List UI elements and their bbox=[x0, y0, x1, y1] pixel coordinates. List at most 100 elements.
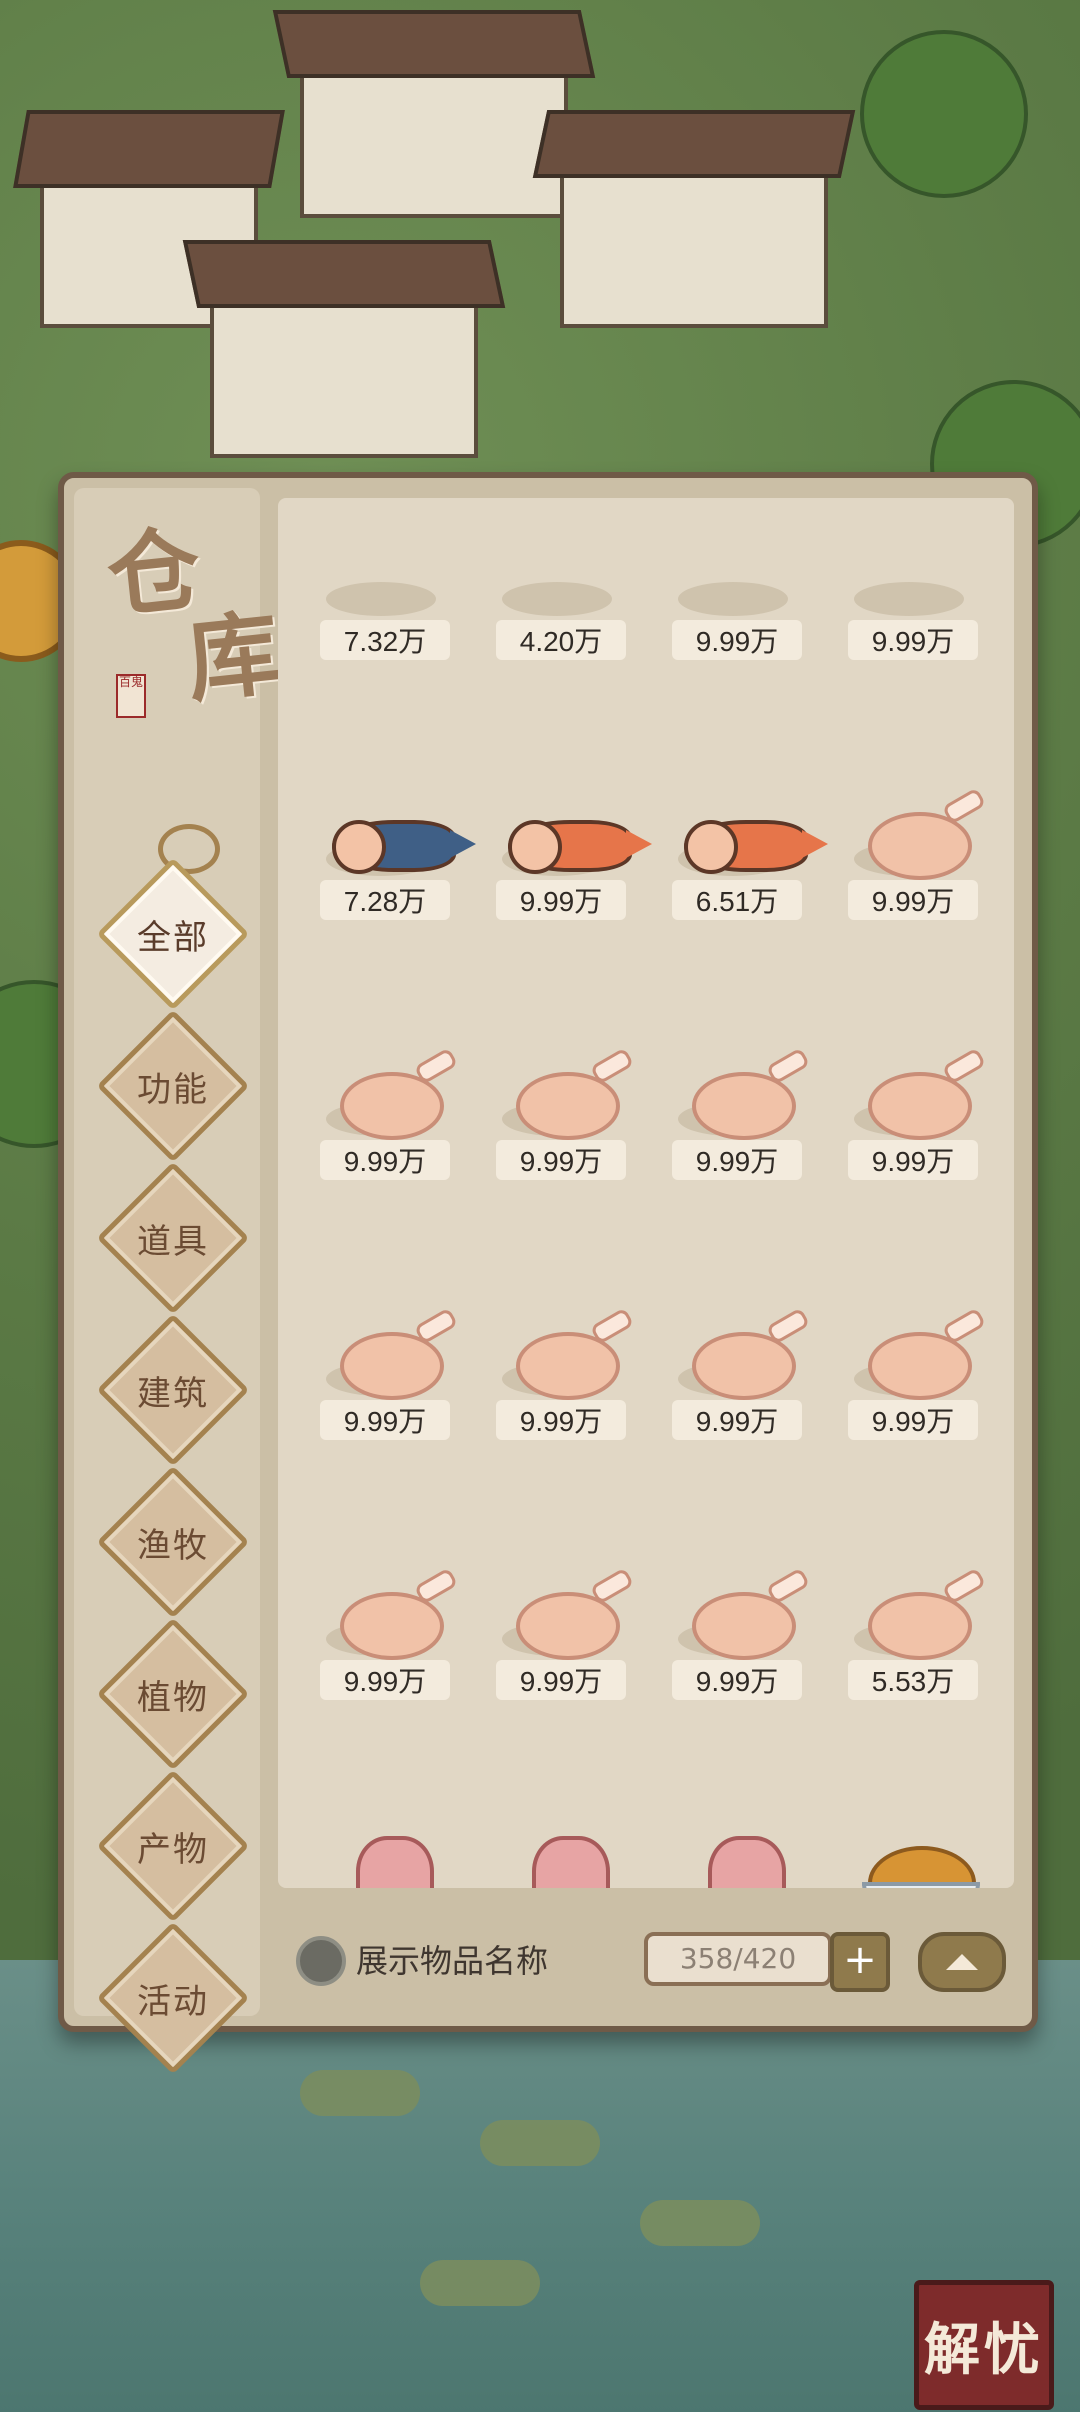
roast-chicken-icon bbox=[858, 1836, 980, 1888]
fish-icon bbox=[330, 796, 476, 874]
chicken-icon bbox=[506, 1567, 635, 1660]
item-slot[interactable]: 6.51万 bbox=[638, 718, 828, 978]
item-count: 7.32万 bbox=[320, 620, 450, 660]
item-count: 9.99万 bbox=[320, 1660, 450, 1700]
chicken-icon bbox=[330, 1047, 459, 1140]
meat-icon bbox=[330, 1836, 448, 1888]
item-slot[interactable]: 9.99万 bbox=[638, 498, 814, 718]
fish-icon bbox=[506, 796, 652, 874]
fish-cut-face bbox=[508, 820, 562, 874]
item-slot[interactable]: 9.99万 bbox=[638, 1498, 814, 1758]
seal-text: 百鬼 bbox=[118, 675, 143, 689]
item-slot[interactable]: 9.99万 bbox=[462, 1238, 638, 1498]
reeds bbox=[640, 2200, 760, 2246]
item-slot[interactable]: 9.99万 bbox=[462, 1498, 638, 1758]
reeds bbox=[300, 2070, 420, 2116]
house-roof bbox=[532, 110, 856, 178]
item-count: 9.99万 bbox=[496, 1140, 626, 1180]
item-count: 9.99万 bbox=[848, 620, 978, 660]
tab-label: 产物 bbox=[137, 1829, 209, 1870]
tab-plants[interactable]: 植物 bbox=[88, 1617, 258, 1771]
tab-label: 渔牧 bbox=[137, 1525, 209, 1566]
item-slot[interactable]: 9.99万 bbox=[462, 978, 638, 1238]
chicken-icon bbox=[858, 787, 987, 880]
item-slot[interactable] bbox=[286, 1758, 462, 1888]
items-grid: 7.32万 4.20万 9.99万 9.99万 7.28万 9.99万 6.51… bbox=[278, 498, 1014, 1888]
item-slot[interactable] bbox=[814, 1758, 990, 1888]
collapse-panel-button[interactable] bbox=[918, 1932, 1006, 1992]
item-count: 9.99万 bbox=[320, 1400, 450, 1440]
plus-icon: + bbox=[843, 1937, 877, 1983]
chicken-icon bbox=[682, 1307, 811, 1400]
item-slot[interactable]: 9.99万 bbox=[638, 978, 814, 1238]
tab-label: 道具 bbox=[137, 1221, 209, 1262]
item-count: 9.99万 bbox=[672, 1140, 802, 1180]
tab-buildings[interactable]: 建筑 bbox=[88, 1313, 258, 1467]
item-plate bbox=[326, 582, 436, 616]
tab-label: 功能 bbox=[137, 1069, 209, 1110]
expand-capacity-button[interactable]: + bbox=[830, 1932, 890, 1992]
tab-products[interactable]: 产物 bbox=[88, 1769, 258, 1923]
meat-icon bbox=[682, 1836, 800, 1888]
warehouse-sidebar: 仓 库 百鬼 全部 功能 道具 建筑 渔牧 植物 产物 活动 bbox=[74, 488, 285, 2075]
item-slot[interactable] bbox=[462, 1758, 638, 1888]
village-house bbox=[210, 300, 478, 458]
house-roof bbox=[182, 240, 506, 308]
items-grid-area[interactable]: 7.32万 4.20万 9.99万 9.99万 7.28万 9.99万 6.51… bbox=[278, 498, 1014, 1888]
show-item-names-label: 展示物品名称 bbox=[356, 1942, 549, 1980]
item-count: 9.99万 bbox=[672, 620, 802, 660]
chicken-icon bbox=[682, 1047, 811, 1140]
tab-label: 建筑 bbox=[137, 1373, 209, 1414]
corner-stamp-button[interactable]: 解忧 bbox=[914, 2280, 1054, 2410]
show-item-names-toggle[interactable] bbox=[296, 1936, 346, 1986]
house-roof bbox=[272, 10, 596, 78]
tab-tools[interactable]: 道具 bbox=[88, 1161, 258, 1315]
reeds bbox=[420, 2260, 540, 2306]
tab-events[interactable]: 活动 bbox=[88, 1921, 258, 2075]
item-count: 7.28万 bbox=[320, 880, 450, 920]
item-slot[interactable]: 9.99万 bbox=[814, 718, 990, 978]
reeds bbox=[480, 2120, 600, 2166]
item-slot[interactable]: 9.99万 bbox=[814, 1238, 990, 1498]
capacity-text: 358/420 bbox=[679, 1942, 797, 1975]
item-plate bbox=[678, 582, 788, 616]
item-plate bbox=[854, 582, 964, 616]
chicken-icon bbox=[330, 1567, 459, 1660]
item-slot[interactable]: 9.99万 bbox=[286, 978, 462, 1238]
title-seal: 百鬼 bbox=[116, 674, 146, 718]
item-count: 6.51万 bbox=[672, 880, 802, 920]
fish-body bbox=[332, 820, 476, 874]
item-count: 9.99万 bbox=[672, 1400, 802, 1440]
item-slot[interactable]: 9.99万 bbox=[462, 718, 652, 978]
tab-function[interactable]: 功能 bbox=[88, 1009, 258, 1163]
item-slot[interactable]: 9.99万 bbox=[286, 1238, 462, 1498]
tab-label: 全部 bbox=[137, 917, 209, 958]
fish-cut-face bbox=[684, 820, 738, 874]
tab-fishing-herding[interactable]: 渔牧 bbox=[88, 1465, 258, 1619]
fish-body bbox=[508, 820, 652, 874]
item-slot[interactable] bbox=[638, 1758, 814, 1888]
item-slot[interactable]: 4.20万 bbox=[462, 498, 638, 718]
item-slot[interactable]: 9.99万 bbox=[286, 1498, 462, 1758]
item-plate bbox=[502, 582, 612, 616]
item-slot[interactable]: 9.99万 bbox=[814, 978, 990, 1238]
corner-stamp-text: 解忧 bbox=[924, 2316, 1044, 2383]
item-slot[interactable]: 7.32万 bbox=[286, 498, 462, 718]
item-slot[interactable]: 7.28万 bbox=[286, 718, 476, 978]
village-house bbox=[300, 70, 568, 218]
fish-body bbox=[684, 820, 828, 874]
item-slot[interactable]: 5.53万 bbox=[814, 1498, 990, 1758]
item-slot[interactable]: 9.99万 bbox=[814, 498, 990, 718]
tab-all[interactable]: 全部 bbox=[88, 857, 258, 1011]
item-count: 9.99万 bbox=[848, 1140, 978, 1180]
chicken-icon bbox=[858, 1307, 987, 1400]
fish-cut-face bbox=[332, 820, 386, 874]
item-count: 5.53万 bbox=[848, 1660, 978, 1700]
fish-icon bbox=[682, 796, 828, 874]
warehouse-panel: 仓 库 百鬼 全部 功能 道具 建筑 渔牧 植物 产物 活动 7.32万 4.2… bbox=[58, 472, 1038, 2075]
chevron-up-icon bbox=[946, 1954, 978, 1970]
item-count: 9.99万 bbox=[496, 1660, 626, 1700]
item-slot[interactable]: 9.99万 bbox=[638, 1238, 814, 1498]
item-count: 9.99万 bbox=[672, 1660, 802, 1700]
category-tabs: 全部 功能 道具 建筑 渔牧 植物 产物 活动 bbox=[88, 824, 258, 2075]
